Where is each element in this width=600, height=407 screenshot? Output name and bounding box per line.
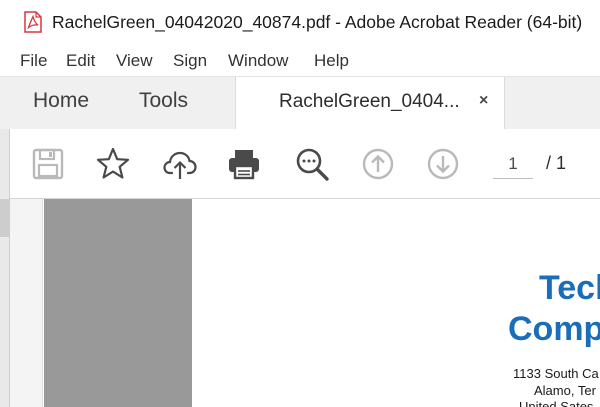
tab-tools[interactable]: Tools (139, 89, 188, 113)
pdf-page[interactable]: Tecl Comp 1133 South Ca Alamo, Ter Unite… (192, 199, 600, 407)
tab-document[interactable]: RachelGreen_0404... × (235, 77, 505, 130)
save-icon (32, 148, 64, 180)
menu-help[interactable]: Help (314, 51, 349, 71)
bookmark-button[interactable] (95, 146, 131, 182)
navigation-pane[interactable] (10, 199, 43, 407)
page-total: / 1 (546, 153, 567, 173)
tab-home[interactable]: Home (33, 89, 89, 113)
pdf-file-icon (24, 11, 42, 33)
company-name-line1: Tecl (539, 269, 600, 307)
address-line2: Alamo, Ter (534, 383, 596, 398)
left-window-frame (0, 129, 10, 407)
menu-edit[interactable]: Edit (66, 51, 95, 71)
find-button[interactable] (294, 146, 330, 182)
tab-bar: Home Tools RachelGreen_0404... × (0, 76, 600, 130)
main-toolbar: / 1 (10, 129, 600, 199)
page-gutter (44, 199, 192, 407)
tab-document-label[interactable]: RachelGreen_0404... (279, 91, 460, 113)
print-button[interactable] (226, 146, 262, 182)
upload-button[interactable] (162, 146, 198, 182)
menu-window[interactable]: Window (228, 51, 288, 71)
company-name-line2: Comp (508, 310, 600, 348)
print-icon (229, 150, 259, 180)
window-title: RachelGreen_04042020_40874.pdf - Adobe A… (52, 12, 583, 32)
address-line3: United Sates (519, 399, 594, 407)
find-zoom-icon (296, 148, 329, 181)
menu-file[interactable]: File (20, 51, 47, 71)
address-line1: 1133 South Ca (513, 366, 599, 381)
frame-handle (0, 199, 10, 237)
menu-sign[interactable]: Sign (173, 51, 207, 71)
next-page-icon (427, 148, 459, 180)
title-bar: RachelGreen_04042020_40874.pdf - Adobe A… (0, 0, 600, 44)
previous-page-button[interactable] (360, 146, 396, 182)
next-page-button[interactable] (425, 146, 461, 182)
document-area: Tecl Comp 1133 South Ca Alamo, Ter Unite… (10, 199, 600, 407)
bookmark-star-icon (96, 147, 130, 179)
previous-page-icon (362, 148, 394, 180)
upload-cloud-icon (163, 151, 197, 179)
close-tab-icon[interactable]: × (479, 92, 488, 110)
save-button[interactable] (30, 146, 66, 182)
menu-view[interactable]: View (116, 51, 153, 71)
page-number-input[interactable] (493, 149, 533, 179)
menu-bar: File Edit View Sign Window Help (0, 44, 600, 76)
